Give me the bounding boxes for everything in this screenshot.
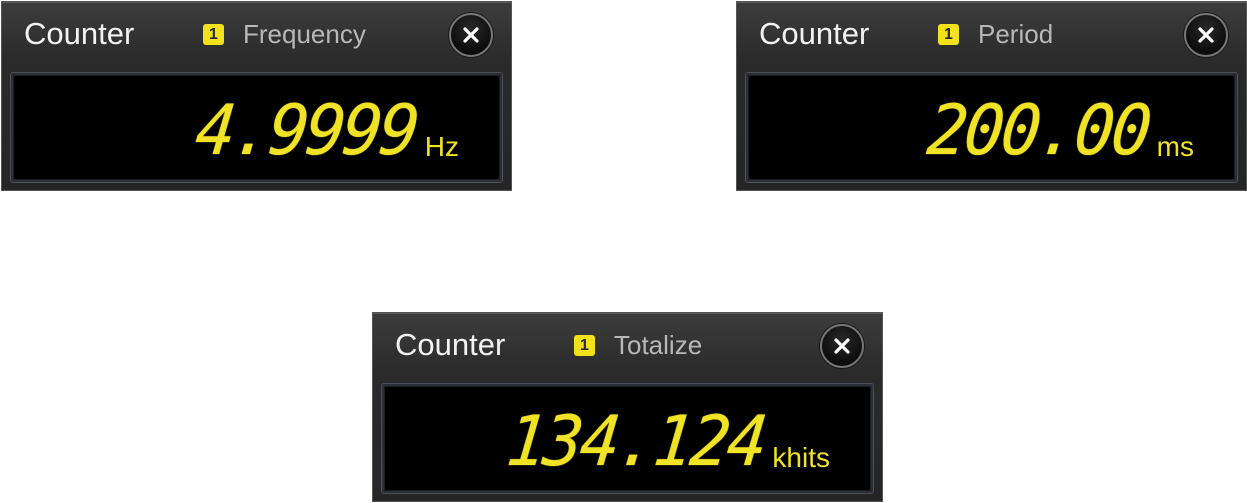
channel-badge: 1 <box>574 335 595 356</box>
readout-display: 4.9999 Hz <box>10 72 503 183</box>
readout-unit: Hz <box>424 131 459 162</box>
mode-label: Period <box>978 19 1054 49</box>
close-icon <box>463 27 479 43</box>
readout: 4.9999 Hz <box>192 90 459 171</box>
readout-unit: ms <box>1156 131 1194 162</box>
readout-unit: khits <box>772 442 830 473</box>
readout-screen: 134.124 khits <box>385 387 870 490</box>
mode-label: Totalize <box>614 330 703 360</box>
channel-badge: 1 <box>938 24 959 45</box>
readout-display: 200.00 ms <box>745 72 1238 183</box>
close-icon <box>1198 27 1214 43</box>
counter-panel-totalize: Counter 1 Totalize 134.124 khits <box>372 312 883 502</box>
readout-value: 134.124 <box>503 401 769 482</box>
mode-label: Frequency <box>243 19 366 49</box>
readout-screen: 200.00 ms <box>749 76 1234 179</box>
readout: 134.124 khits <box>503 401 830 482</box>
close-button[interactable] <box>449 13 493 57</box>
readout-value: 4.9999 <box>192 90 422 171</box>
close-icon <box>834 338 850 354</box>
readout: 200.00 ms <box>924 90 1194 171</box>
panel-title: Counter <box>24 16 135 51</box>
counter-panel-frequency: Counter 1 Frequency 4.9999 Hz <box>1 1 512 191</box>
close-button[interactable] <box>1184 13 1228 57</box>
channel-badge: 1 <box>203 24 224 45</box>
panel-title: Counter <box>395 327 506 362</box>
readout-screen: 4.9999 Hz <box>14 76 499 179</box>
counter-panel-period: Counter 1 Period 200.00 ms <box>736 1 1247 191</box>
close-button[interactable] <box>820 324 864 368</box>
readout-value: 200.00 <box>924 90 1153 171</box>
readout-display: 134.124 khits <box>381 383 874 494</box>
panel-title: Counter <box>759 16 870 51</box>
